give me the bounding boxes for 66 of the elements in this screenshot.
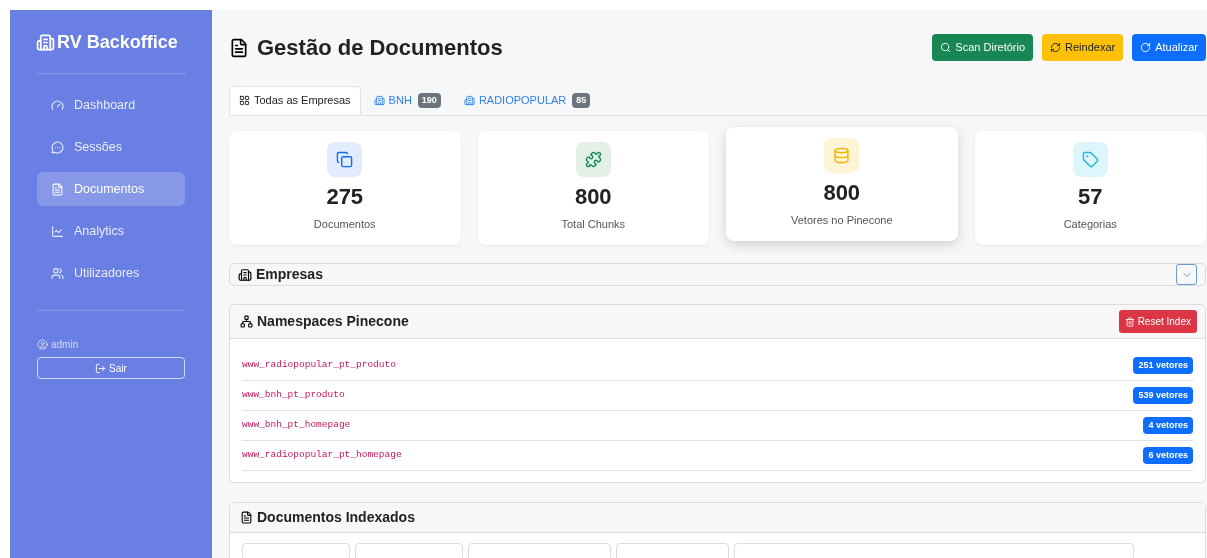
tab[interactable]: BNH 190 [363,86,451,115]
vector-count-badge: 251 vetores [1133,356,1193,375]
document-icon [229,37,249,58]
stat-value: 800 [823,179,861,207]
building-icon [36,33,55,52]
namespace-name: www_bnh_pt_produto [242,388,345,403]
grid-icon [239,95,250,106]
tab[interactable]: Todas as Empresas [229,86,361,115]
count-badge: 85 [572,92,591,109]
tag-icon [1072,142,1108,177]
document-icon [51,182,64,196]
vector-count-badge: 6 vetores [1143,446,1193,465]
stat-value: 275 [326,183,364,211]
puzzle-icon [575,142,611,177]
stat-value: 57 [1078,183,1103,211]
namespace-name: www_radiopopular_pt_produto [242,358,396,373]
reset-index-button[interactable]: Reset Index [1118,310,1197,333]
panel-title: Namespaces Pinecone [257,312,409,331]
logout-button[interactable]: Sair [37,357,185,379]
sidebar-item[interactable]: Analytics [37,214,185,248]
search-icon [940,42,952,53]
sidebar-item[interactable]: Documentos [37,172,185,206]
tab[interactable]: RADIOPOPULAR 85 [453,86,601,115]
action-button[interactable]: Reindexar [1042,34,1124,61]
namespace-name: www_bnh_pt_homepage [242,418,351,433]
network-icon [240,315,253,328]
username: admin [51,338,79,352]
filter-field[interactable] [242,543,350,558]
filter-field[interactable] [468,543,611,558]
stat-value: 800 [574,183,612,211]
stat-label: Total Chunks [561,217,626,232]
page-title: Gestão de Documentos [257,34,503,62]
building-icon [238,267,252,282]
chat-icon [51,140,64,154]
refresh-icon [1140,42,1152,53]
building-icon [463,95,475,106]
line-chart-icon [51,224,64,238]
filter-field[interactable] [616,543,729,558]
vector-count-badge: 539 vetores [1133,386,1193,405]
users-icon [51,266,64,280]
panel-title: Documentos Indexados [257,508,415,527]
vector-count-badge: 4 vetores [1143,416,1193,435]
stat-label: Vetores no Pinecone [791,213,893,228]
panel-title: Empresas [256,265,323,284]
trash-icon [1124,316,1135,327]
stat-label: Documentos [313,217,376,232]
action-button[interactable]: Atualizar [1132,34,1206,61]
filter-field[interactable] [355,543,463,558]
sidebar-item[interactable]: Dashboard [37,88,185,122]
sidebar-item[interactable]: Sessões [37,130,185,164]
stat-label: Categorias [1063,217,1117,232]
brand-title: RV Backoffice [57,31,178,54]
action-button[interactable]: Scan Diretório [932,34,1034,61]
files-icon [327,142,363,177]
filter-field[interactable] [734,543,1134,558]
building-icon [373,95,385,106]
refresh-icon [1050,42,1062,53]
document-icon [240,511,253,524]
database-icon [824,138,860,173]
gauge-icon [51,98,64,112]
namespace-name: www_radiopopular_pt_homepage [242,448,402,463]
count-badge: 190 [417,92,441,109]
expand-button[interactable] [1176,264,1197,285]
sidebar-item[interactable]: Utilizadores [37,256,185,290]
user-icon [37,339,48,350]
logout-icon [95,362,107,374]
